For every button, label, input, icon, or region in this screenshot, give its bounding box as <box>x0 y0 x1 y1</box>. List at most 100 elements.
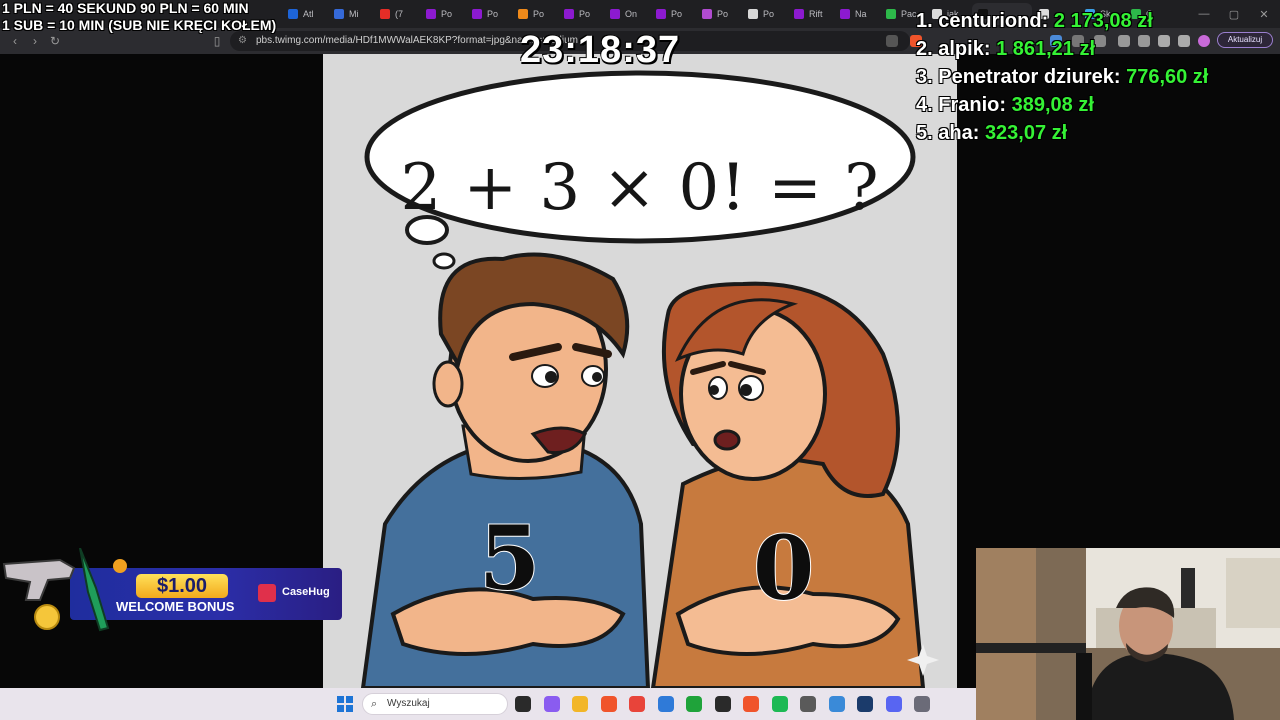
tab-label: On <box>625 9 638 19</box>
tab-label: Pac <box>901 9 917 19</box>
copilot-icon[interactable] <box>543 696 560 712</box>
tab-label: Po <box>441 9 453 19</box>
webcam-image <box>976 548 1280 720</box>
settings-icon[interactable] <box>914 696 930 712</box>
calculator-icon[interactable] <box>800 696 816 712</box>
leaderboard-rank: 5. <box>916 122 933 144</box>
leaderboard-amount: 1 861,21 zł <box>996 38 1096 60</box>
forward-icon[interactable]: › <box>26 32 44 50</box>
maximize-icon[interactable]: ▢ <box>1218 0 1250 28</box>
spotify-icon[interactable] <box>771 696 788 712</box>
browser-tab[interactable]: Atl <box>282 3 327 25</box>
file-explorer-icon[interactable] <box>572 696 588 712</box>
ticket-icon <box>518 9 528 19</box>
doc-icon <box>748 9 758 19</box>
site-info-icon[interactable]: ⚙ <box>238 31 247 51</box>
globe-icon <box>288 9 298 19</box>
leaderboard-row: 5. aha: 323,07 zł <box>916 122 1067 145</box>
store-icon[interactable] <box>657 696 674 712</box>
m-icon <box>794 9 804 19</box>
discord-icon[interactable] <box>885 696 902 712</box>
tab-label: Po <box>579 9 591 19</box>
pistol-icon <box>2 558 76 601</box>
donation-info-line-1: 1 PLN = 40 SEKUND 90 PLN = 60 MIN <box>2 0 249 16</box>
sidebar-icon[interactable] <box>1118 35 1130 47</box>
profile-icon[interactable] <box>1198 35 1210 47</box>
share-icon[interactable] <box>886 35 898 47</box>
back-icon[interactable]: ‹ <box>6 32 24 50</box>
browser-tab[interactable]: Po <box>650 3 695 25</box>
thought-bubble-dot-2 <box>432 252 456 270</box>
youtube-icon <box>380 9 390 19</box>
browser-tab[interactable]: Na <box>834 3 879 25</box>
downloads-icon[interactable] <box>1094 35 1106 47</box>
browser-tab[interactable]: Rift <box>788 3 833 25</box>
bookmark-icon[interactable]: ▯ <box>208 32 226 50</box>
close-icon[interactable]: ✕ <box>1248 0 1280 28</box>
coin-icon <box>113 559 127 573</box>
browser-tab[interactable]: Po <box>742 3 787 25</box>
tab-label: Po <box>717 9 729 19</box>
leaderboard-row: 4. Franio: 389,08 zł <box>916 94 1094 117</box>
math-equation: 2 + 3 × 0! = ? <box>400 151 880 225</box>
vpn-icon[interactable] <box>1178 35 1190 47</box>
start-icon[interactable] <box>337 696 353 712</box>
leaderboard-rank: 1. <box>916 10 933 32</box>
browser-tab[interactable]: Po <box>696 3 741 25</box>
tab-label: (7 <box>395 9 404 19</box>
steam-icon[interactable] <box>857 696 873 712</box>
update-button[interactable]: Aktualizuj <box>1217 32 1273 48</box>
browser-tab[interactable]: Mi <box>328 3 373 25</box>
browser-tab[interactable]: (7 <box>374 3 419 25</box>
wallet-icon[interactable] <box>1138 35 1150 47</box>
search-icon: ⌕ <box>371 698 378 710</box>
leaderboard-rank: 2. <box>916 38 933 60</box>
knife-icon <box>79 548 110 632</box>
browser-tab[interactable]: Po <box>558 3 603 25</box>
minimize-icon[interactable]: — <box>1188 0 1220 28</box>
app-icon[interactable] <box>714 696 731 712</box>
leaderboard-name: Franio: <box>938 94 1007 116</box>
woman-answer: 0 <box>752 515 815 621</box>
taskbar-search-input[interactable]: ⌕ Wyszukaj <box>362 693 508 715</box>
leaf-icon <box>886 9 896 19</box>
m-icon <box>472 9 482 19</box>
tab-label: Po <box>763 9 775 19</box>
m-icon <box>564 9 574 19</box>
leaderboard-amount: 389,08 zł <box>1011 94 1094 116</box>
car-icon <box>702 9 712 19</box>
promo-brand: CaseHug <box>282 586 330 598</box>
browser-tab[interactable]: Po <box>466 3 511 25</box>
m-icon <box>610 9 620 19</box>
notepad-icon[interactable] <box>828 696 845 712</box>
mic-icon <box>334 9 344 19</box>
tab-label: Mi <box>349 9 359 19</box>
leaderboard-amount: 2 173,08 zł <box>1053 10 1153 32</box>
casehug-logo-icon <box>258 584 276 602</box>
leaderboard-amount: 776,60 zł <box>1126 66 1209 88</box>
browser-tab[interactable]: On <box>604 3 649 25</box>
m-icon <box>840 9 850 19</box>
donation-info-line-2: 1 SUB = 10 MIN (SUB NIE KRĘCI KOŁEM) <box>2 17 277 33</box>
browser-tab[interactable]: Po <box>512 3 557 25</box>
brave-icon[interactable] <box>600 696 617 712</box>
task-view-icon[interactable] <box>515 696 531 712</box>
image-viewer: 2 + 3 × 0! = ? 5 0 <box>323 54 957 688</box>
brave-active-icon[interactable] <box>743 696 759 712</box>
reload-icon[interactable]: ↻ <box>46 32 64 50</box>
m-icon <box>656 9 666 19</box>
leaderboard-amount: 323,07 zł <box>984 122 1068 144</box>
chrome-icon[interactable] <box>629 696 645 712</box>
tab-label: Po <box>671 9 683 19</box>
leo-icon[interactable] <box>1158 35 1170 47</box>
tab-label: Rift <box>809 9 823 19</box>
leaderboard-row: 3. Penetrator dziurek: 776,60 zł <box>916 66 1208 89</box>
leaderboard-name: centuriond: <box>938 10 1049 32</box>
browser-tab[interactable]: Po <box>420 3 465 25</box>
promo-price: $1.00 <box>136 574 228 598</box>
tab-label: Atl <box>303 9 314 19</box>
leaderboard-row: 2. alpik: 1 861,21 zł <box>916 38 1095 61</box>
search-placeholder: Wyszukaj <box>387 698 430 709</box>
leaderboard-name: aha: <box>938 122 980 144</box>
xbox-icon[interactable] <box>686 696 702 712</box>
